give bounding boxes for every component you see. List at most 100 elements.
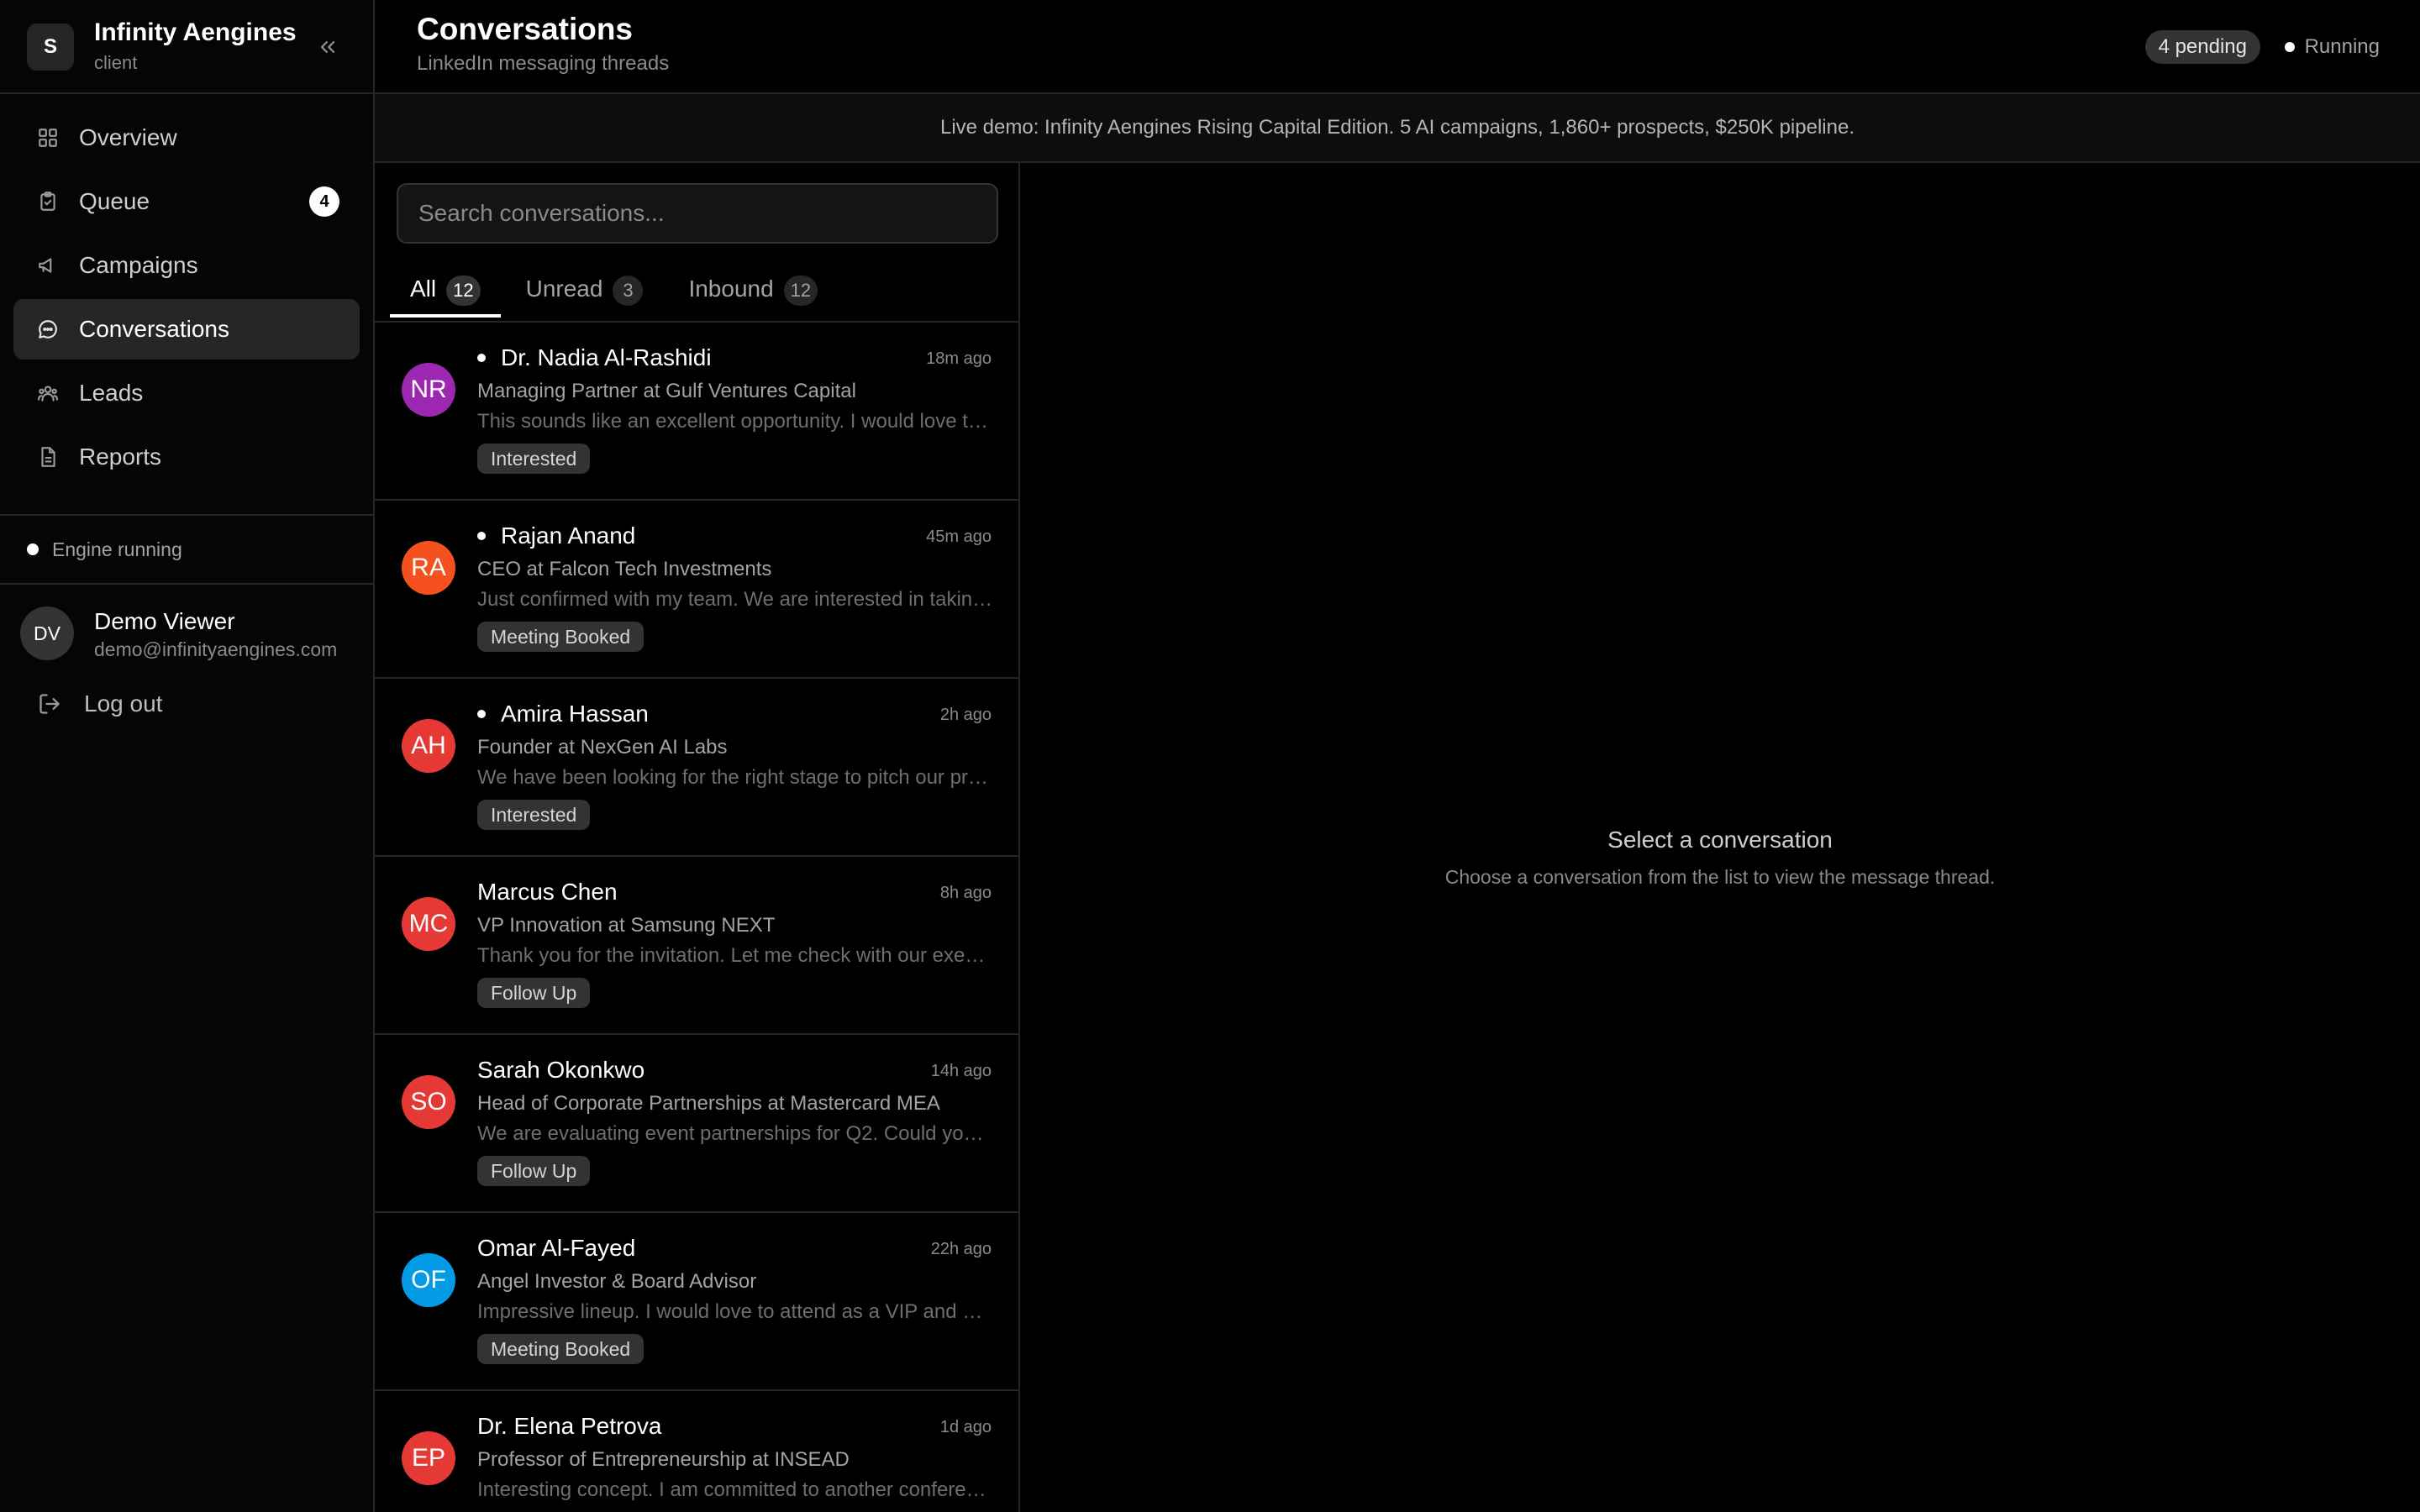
- message-preview: Interesting concept. I am committed to a…: [477, 1478, 993, 1501]
- status-dot: [27, 543, 39, 555]
- empty-state-title: Select a conversation: [1607, 827, 1833, 853]
- users-icon: [35, 381, 60, 406]
- status-dot: [2284, 42, 2295, 52]
- sidebar: S Infinity Aengines client Overview Queu…: [0, 0, 375, 1512]
- clipboard-icon: [35, 189, 60, 214]
- tab-inbound[interactable]: Inbound 12: [668, 269, 838, 318]
- status-tag: Follow Up: [477, 1156, 591, 1186]
- sidebar-item-campaigns[interactable]: Campaigns: [13, 235, 360, 296]
- contact-name-text: Omar Al-Fayed: [477, 1235, 636, 1261]
- tab-count: 3: [613, 276, 644, 306]
- sidebar-item-label: Conversations: [79, 316, 229, 342]
- grid-icon: [35, 125, 60, 150]
- contact-name: Sarah Okonkwo: [477, 1057, 644, 1084]
- message-preview: We are evaluating event partnerships for…: [477, 1122, 993, 1145]
- filter-tabs: All 12 Unread 3 Inbound 12: [390, 269, 843, 318]
- file-icon: [35, 444, 60, 470]
- conversation-detail: Select a conversation Choose a conversat…: [1020, 163, 2420, 1512]
- sidebar-item-leads[interactable]: Leads: [13, 363, 360, 423]
- avatar: DV: [20, 606, 74, 660]
- sidebar-item-label: Overview: [79, 124, 177, 150]
- conversation-item[interactable]: SO Sarah Okonkwo 14h ago Head of Corporate …: [375, 1035, 1018, 1213]
- tab-count: 12: [783, 276, 818, 306]
- contact-title: Managing Partner at Gulf Ventures Capita…: [477, 380, 856, 402]
- status-tag: Follow Up: [477, 978, 591, 1008]
- contact-title: VP Innovation at Samsung NEXT: [477, 914, 776, 937]
- sidebar-item-label: Queue: [79, 188, 150, 214]
- message-icon: [35, 317, 60, 342]
- demo-banner-text: Live demo: Infinity Aengines Rising Capi…: [939, 116, 1854, 139]
- conversation-item[interactable]: NR Dr. Nadia Al-Rashidi 18m ago Managing Pa…: [375, 323, 1018, 501]
- sidebar-item-reports[interactable]: Reports: [13, 427, 360, 487]
- contact-name-text: Rajan Anand: [501, 522, 636, 549]
- tab-count: 12: [446, 276, 481, 306]
- logout-label: Log out: [84, 690, 163, 717]
- page-header: Conversations LinkedIn messaging threads…: [375, 0, 2420, 94]
- logout-button[interactable]: Log out: [37, 690, 162, 717]
- contact-name: Marcus Chen: [477, 879, 618, 906]
- timestamp: 8h ago: [939, 884, 992, 902]
- tab-label: Unread: [525, 276, 603, 302]
- conversation-item[interactable]: RA Rajan Anand 45m ago CEO at Falcon Tech I…: [375, 501, 1018, 679]
- tab-label: All: [410, 276, 437, 302]
- status-tag: Interested: [477, 800, 591, 830]
- conversation-item[interactable]: EP Dr. Elena Petrova 1d ago Professor of En…: [375, 1391, 1018, 1512]
- avatar: EP: [402, 1431, 455, 1485]
- conversation-list: NR Dr. Nadia Al-Rashidi 18m ago Managing Pa…: [375, 323, 1018, 1512]
- running-status-label: Running: [2304, 35, 2380, 58]
- contact-name-text: Sarah Okonkwo: [477, 1057, 645, 1083]
- user-name: Demo Viewer: [94, 608, 235, 634]
- status-tag: Meeting Booked: [477, 622, 644, 652]
- user-profile[interactable]: DV Demo Viewer demo@infinityaengines.com: [20, 605, 356, 665]
- timestamp: 22h ago: [930, 1240, 992, 1258]
- message-preview: This sounds like an excellent opportunit…: [477, 410, 993, 433]
- conversation-item[interactable]: OF Omar Al-Fayed 22h ago Angel Investor & B…: [375, 1213, 1018, 1391]
- unread-dot: [477, 354, 486, 362]
- avatar: NR: [402, 363, 455, 417]
- running-status: Running: [2284, 30, 2380, 64]
- tab-all[interactable]: All 12: [390, 269, 501, 318]
- search-input[interactable]: [397, 183, 998, 244]
- message-preview: We have been looking for the right stage…: [477, 766, 993, 789]
- timestamp: 18m ago: [926, 349, 992, 368]
- contact-title: Founder at NexGen AI Labs: [477, 736, 728, 759]
- brand: S Infinity Aengines client: [0, 0, 373, 94]
- demo-banner: Live demo: Infinity Aengines Rising Capi…: [375, 94, 2420, 163]
- brand-logo: S: [27, 24, 74, 71]
- engine-status: Engine running: [0, 514, 373, 585]
- tab-unread[interactable]: Unread 3: [506, 269, 664, 318]
- contact-name: Dr. Elena Petrova: [477, 1413, 661, 1440]
- user-email: demo@infinityaengines.com: [94, 638, 338, 660]
- logout-icon: [37, 691, 62, 717]
- contact-name: Rajan Anand: [477, 522, 635, 549]
- empty-state-description: Choose a conversation from the list to v…: [1444, 866, 1996, 888]
- pending-badge[interactable]: 4 pending: [2144, 30, 2260, 64]
- status-tag: Interested: [477, 444, 591, 474]
- queue-count-badge: 4: [309, 186, 339, 217]
- conversation-item[interactable]: AH Amira Hassan 2h ago Founder at NexGen AI…: [375, 679, 1018, 857]
- sidebar-item-label: Campaigns: [79, 252, 198, 278]
- unread-dot: [477, 532, 486, 540]
- collapse-sidebar-icon[interactable]: [311, 30, 345, 64]
- sidebar-item-overview[interactable]: Overview: [13, 108, 360, 168]
- sidebar-item-label: Leads: [79, 380, 144, 406]
- avatar: SO: [402, 1075, 455, 1129]
- sidebar-item-queue[interactable]: Queue 4: [13, 171, 360, 232]
- contact-title: CEO at Falcon Tech Investments: [477, 558, 772, 580]
- brand-name: Infinity Aengines: [94, 18, 297, 46]
- conversation-list-pane: All 12 Unread 3 Inbound 12 NR Dr. Nadia A…: [375, 163, 1020, 1512]
- sidebar-item-conversations[interactable]: Conversations: [13, 299, 360, 360]
- page-subtitle: LinkedIn messaging threads: [417, 52, 670, 75]
- sidebar-item-label: Reports: [79, 444, 162, 470]
- contact-name-text: Amira Hassan: [501, 701, 649, 727]
- brand-role: client: [94, 52, 138, 73]
- contact-name-text: Dr. Elena Petrova: [477, 1413, 662, 1439]
- contact-title: Professor of Entrepreneurship at INSEAD: [477, 1448, 850, 1471]
- timestamp: 2h ago: [939, 706, 992, 724]
- conversation-item[interactable]: MC Marcus Chen 8h ago VP Innovation at Sams…: [375, 857, 1018, 1035]
- avatar: RA: [402, 541, 455, 595]
- avatar: MC: [402, 897, 455, 951]
- timestamp: 14h ago: [930, 1062, 992, 1080]
- sidebar-nav: Overview Queue 4 Campaigns Conversations: [0, 94, 373, 487]
- avatar: AH: [402, 719, 455, 773]
